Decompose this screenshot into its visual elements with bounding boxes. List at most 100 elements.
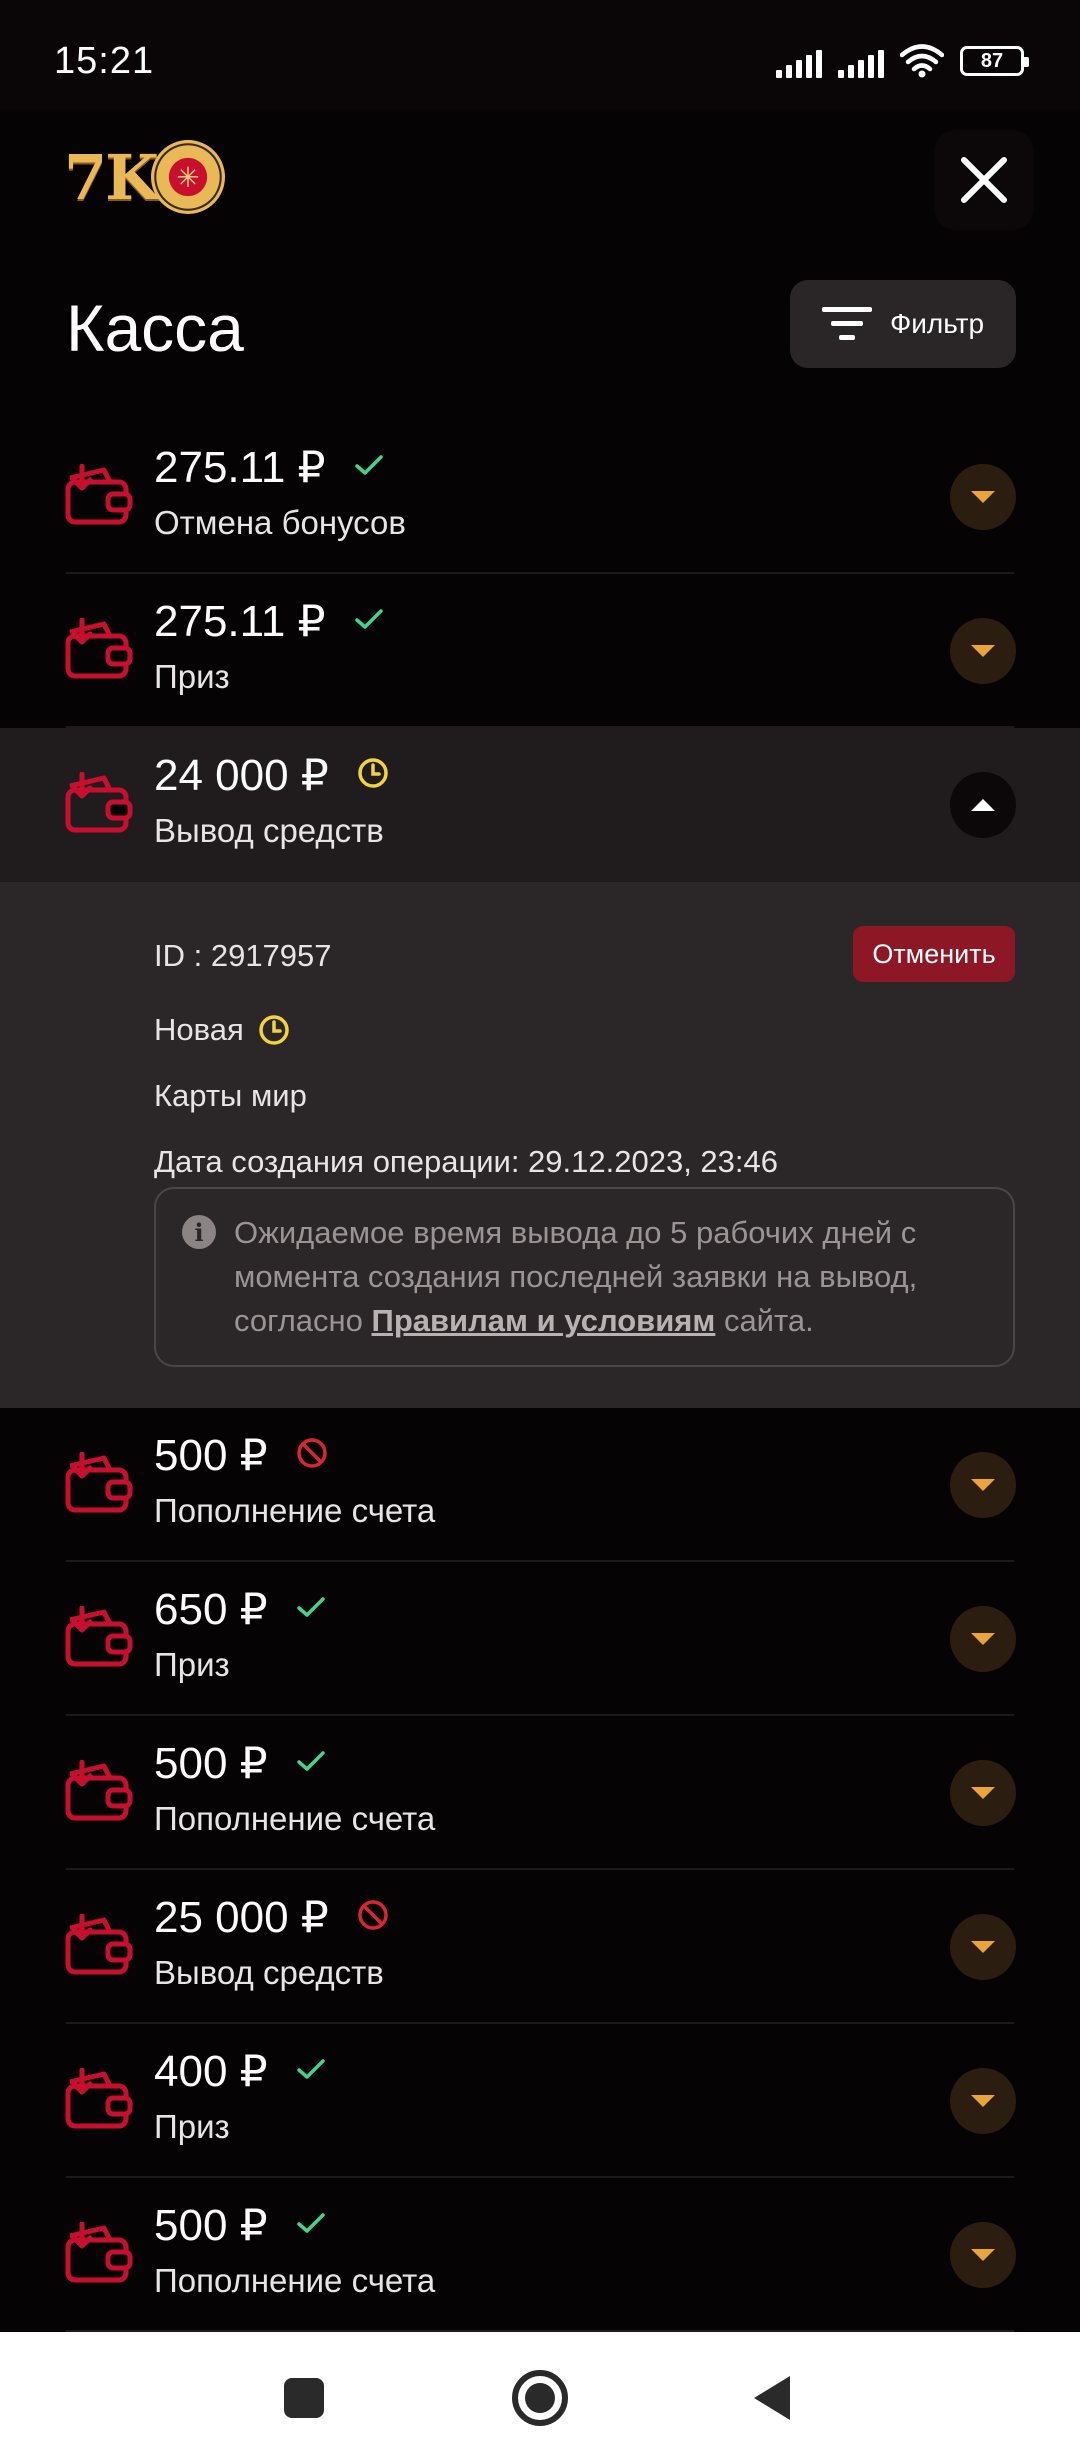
- check-icon: [296, 1751, 325, 1771]
- check-icon: [354, 609, 383, 629]
- transaction-row[interactable]: 275.11 ₽ Приз: [0, 574, 1080, 728]
- wallet-icon: [64, 1605, 134, 1670]
- status-indicator: [357, 757, 389, 794]
- transaction-row[interactable]: 400 ₽ Приз: [0, 2024, 1080, 2178]
- transaction-row[interactable]: 275.11 ₽ Отмена бонусов: [0, 420, 1080, 574]
- chevron-down-icon: [971, 645, 995, 657]
- transaction-id: ID : 2917957: [154, 938, 332, 973]
- wifi-icon: [900, 44, 944, 78]
- transaction-type: Отмена бонусов: [154, 504, 406, 541]
- chevron-down-icon: [971, 1787, 995, 1799]
- transaction-amount: 25 000 ₽: [154, 1893, 329, 1942]
- transaction-row[interactable]: 25 000 ₽ Вывод средств: [0, 1870, 1080, 2024]
- transaction-amount: 275.11 ₽: [154, 443, 326, 492]
- chevron-down-icon: [971, 491, 995, 503]
- wallet-icon: [64, 2067, 134, 2132]
- chevron-down-icon: [971, 1941, 995, 1953]
- check-icon: [354, 455, 383, 475]
- chevron-down-icon: [971, 2095, 995, 2107]
- info-text: Ожидаемое время вывода до 5 рабочих дней…: [234, 1211, 994, 1343]
- status-indicator: [296, 1437, 328, 1474]
- amount-line: 275.11 ₽: [154, 442, 384, 493]
- status-indicator: [296, 1595, 326, 1624]
- transaction-amount: 500 ₽: [154, 2201, 268, 2250]
- transaction-row[interactable]: 500 ₽ Пополнение счета: [0, 2178, 1080, 2332]
- amount-line: 500 ₽: [154, 1738, 326, 1789]
- expand-button[interactable]: [950, 1606, 1016, 1672]
- expand-button[interactable]: [950, 1452, 1016, 1518]
- collapse-button[interactable]: [950, 772, 1016, 838]
- wallet-icon: [64, 2221, 134, 2286]
- blocked-icon: [296, 1438, 327, 1468]
- close-button[interactable]: [934, 130, 1034, 230]
- chevron-down-icon: [971, 2249, 995, 2261]
- signal-icon: [776, 44, 822, 78]
- transaction-type: Приз: [154, 1646, 230, 1683]
- status-indicator: [296, 2211, 326, 2240]
- transaction-status: Новая: [154, 1012, 290, 1048]
- transaction-row[interactable]: 24 000 ₽ Вывод средств: [0, 728, 1080, 882]
- app-header: 7K: [0, 110, 1080, 270]
- amount-line: 400 ₽: [154, 2046, 326, 2097]
- payment-method: Карты мир: [154, 1078, 307, 1113]
- status-indicator: [357, 1899, 389, 1936]
- transaction-type: Пополнение счета: [154, 1800, 436, 1837]
- status-indicator: [296, 2057, 326, 2086]
- logo-text: 7K: [64, 140, 159, 214]
- amount-line: 25 000 ₽: [154, 1892, 389, 1943]
- check-icon: [296, 1597, 325, 1617]
- wallet-icon: [64, 617, 134, 682]
- close-icon: [961, 157, 1007, 203]
- back-button[interactable]: [754, 2376, 790, 2420]
- expand-button[interactable]: [950, 464, 1016, 530]
- chevron-down-icon: [971, 1479, 995, 1491]
- amount-line: 275.11 ₽: [154, 596, 384, 647]
- page-title: Касса: [66, 291, 244, 365]
- expand-button[interactable]: [950, 2222, 1016, 2288]
- status-indicator: [354, 453, 384, 482]
- chevron-down-icon: [971, 1633, 995, 1645]
- info-icon: i: [182, 1215, 216, 1249]
- transaction-row[interactable]: 650 ₽ Приз: [0, 1562, 1080, 1716]
- recent-apps-button[interactable]: [284, 2378, 324, 2418]
- amount-line: 650 ₽: [154, 1584, 326, 1635]
- wallet-icon: [64, 1913, 134, 1978]
- transaction-amount: 500 ₽: [154, 1431, 268, 1480]
- home-button[interactable]: [512, 2370, 568, 2426]
- check-icon: [296, 2213, 325, 2233]
- wallet-icon: [64, 1451, 134, 1516]
- blocked-icon: [358, 1900, 388, 1930]
- transaction-amount: 275.11 ₽: [154, 597, 326, 646]
- transaction-row[interactable]: 500 ₽ Пополнение счета: [0, 1408, 1080, 1562]
- transaction-type: Пополнение счета: [154, 2262, 436, 2299]
- expand-button[interactable]: [950, 2068, 1016, 2134]
- transaction-row[interactable]: 500 ₽ Пополнение счета: [0, 1716, 1080, 1870]
- wallet-icon: [64, 463, 134, 528]
- logo[interactable]: 7K: [64, 134, 226, 220]
- check-icon: [296, 2059, 325, 2079]
- wallet-icon: [64, 1759, 134, 1824]
- cancel-button[interactable]: Отменить: [853, 926, 1015, 982]
- status-bar: 15:21 87: [0, 0, 1080, 110]
- filter-button[interactable]: Фильтр: [790, 280, 1016, 368]
- status-indicator: [354, 607, 384, 636]
- expand-button[interactable]: [950, 1760, 1016, 1826]
- amount-line: 24 000 ₽: [154, 750, 389, 801]
- home-icon: [525, 2383, 555, 2413]
- clock-icon: [259, 1015, 289, 1045]
- terms-link[interactable]: Правилам и условиям: [372, 1303, 716, 1338]
- transaction-amount: 24 000 ₽: [154, 751, 329, 800]
- system-nav-bar: [0, 2332, 1080, 2460]
- expand-button[interactable]: [950, 618, 1016, 684]
- battery-icon: 87: [960, 46, 1029, 76]
- expand-button[interactable]: [950, 1914, 1016, 1980]
- transaction-amount: 400 ₽: [154, 2047, 268, 2096]
- info-box: i Ожидаемое время вывода до 5 рабочих дне…: [154, 1187, 1015, 1367]
- info-text-end: сайта.: [715, 1303, 814, 1338]
- amount-line: 500 ₽: [154, 2200, 326, 2251]
- transaction-type: Вывод средств: [154, 812, 384, 849]
- transaction-details: ID : 2917957 Отменить Новая Карты мир Дата с…: [0, 882, 1080, 1408]
- transaction-type: Приз: [154, 658, 230, 695]
- transaction-type: Приз: [154, 2108, 230, 2145]
- status-time: 15:21: [54, 40, 155, 82]
